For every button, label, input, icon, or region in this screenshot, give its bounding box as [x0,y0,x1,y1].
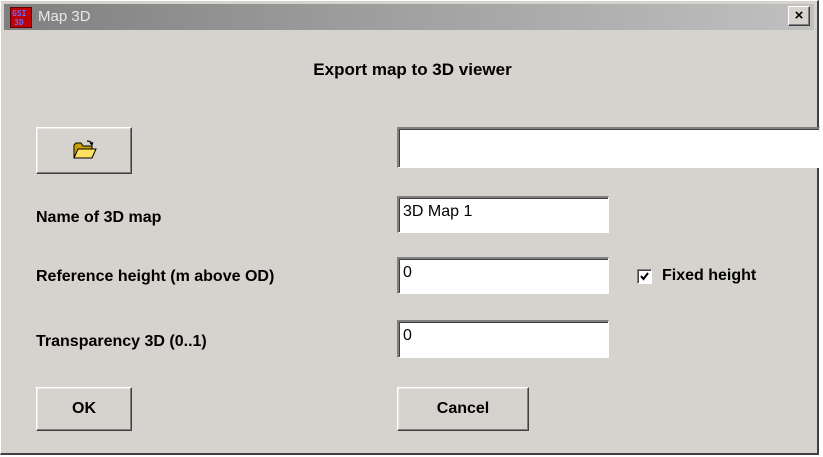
ok-button-label: OK [72,400,96,417]
fixed-height-checkbox[interactable] [637,269,652,284]
cancel-button-label: Cancel [436,400,490,417]
browse-folder-button[interactable] [36,127,132,174]
cancel-button[interactable]: Cancel [397,387,529,431]
fixed-height-label[interactable]: Fixed height [662,267,756,285]
transparency-input[interactable]: 0 [397,320,609,358]
ok-button[interactable]: OK [36,387,132,431]
ref-height-label: Reference height (m above OD) [36,268,275,285]
gsi-3d-app-icon: GSI 3D [10,7,32,28]
map-3d-dialog: GSI 3D Map 3D × Export map to 3D viewer … [0,0,820,455]
title-bar[interactable]: GSI 3D Map 3D × [4,4,814,30]
map-name-label: Name of 3D map [36,209,162,226]
map-name-input[interactable]: 3D Map 1 [397,196,609,233]
checkmark-icon [640,272,649,281]
file-path-input[interactable] [397,127,820,168]
open-folder-icon [73,140,97,165]
transparency-label: Transparency 3D (0..1) [36,333,207,350]
dialog-heading: Export map to 3D viewer [313,60,512,79]
close-button[interactable]: × [788,6,810,26]
ref-height-input[interactable]: 0 [397,257,609,294]
window-title: Map 3D [38,8,91,25]
close-icon: × [794,7,804,24]
